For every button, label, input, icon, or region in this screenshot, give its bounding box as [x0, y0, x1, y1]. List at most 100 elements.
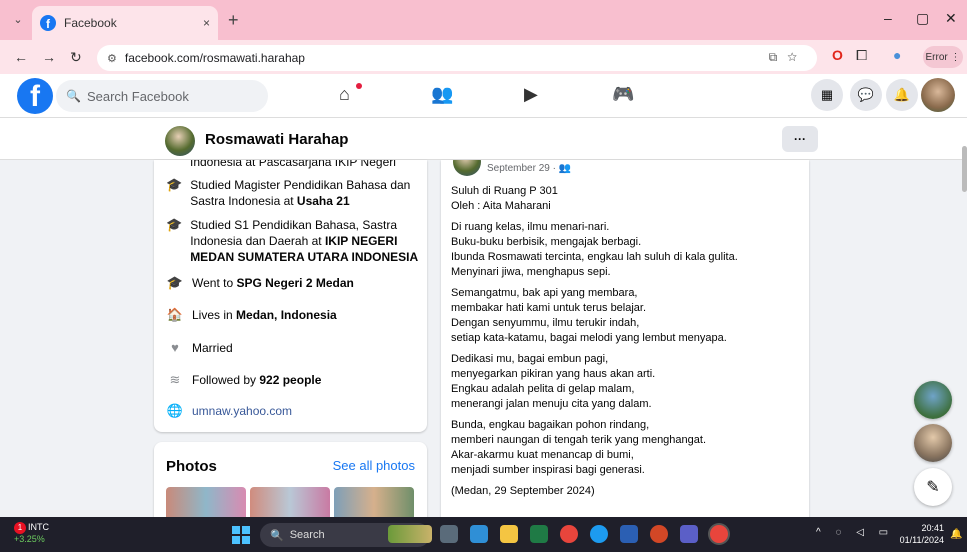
new-tab-button[interactable]: +: [228, 10, 239, 31]
file-explorer-icon[interactable]: [500, 525, 518, 543]
edge-icon[interactable]: [590, 525, 608, 543]
post-line: Suluh di Ruang P 301: [451, 185, 558, 197]
menu-grid-icon[interactable]: ▦: [811, 79, 843, 111]
intro-item-school: 🎓 Went to SPG Negeri 2 Medan: [166, 275, 421, 291]
search-placeholder: Search Facebook: [86, 88, 189, 104]
excel-icon[interactable]: [530, 525, 548, 543]
profile-sticky-header: Rosmawati Harahap ···: [0, 118, 967, 160]
stock-badge: 1: [14, 522, 26, 534]
address-bar[interactable]: ⚙ facebook.com/rosmawati.harahap ⧉☆: [97, 45, 817, 71]
post-line: Akar-akarmu kuat menancap di bumi,: [451, 449, 634, 461]
bookmark-star-icon[interactable]: ⧉☆: [769, 50, 807, 65]
rss-icon: ≋: [169, 372, 181, 387]
close-window-button[interactable]: ✕: [945, 10, 957, 27]
taskbar-search-placeholder: Search: [289, 529, 325, 541]
search-icon: 🔍: [66, 89, 81, 103]
intro-school-link[interactable]: Usaha 21: [297, 194, 350, 208]
post-line: Engkau adalah pelita di gelap malam,: [451, 383, 635, 395]
browser-toolbar: ← → ↻ ⚙ facebook.com/rosmawati.harahap ⧉…: [0, 40, 967, 74]
copilot-icon[interactable]: [470, 525, 488, 543]
profile-avatar[interactable]: [165, 126, 195, 156]
post-timestamp[interactable]: September 29 · 👥: [487, 163, 571, 174]
error-label: Error: [925, 51, 948, 63]
maximize-button[interactable]: ▢: [916, 10, 929, 27]
post-stanza: Dedikasi mu, bagai embun pagi, menyegark…: [451, 352, 801, 412]
powerpoint-icon[interactable]: [650, 525, 668, 543]
graduation-cap-icon: 🎓: [166, 275, 184, 290]
system-clock[interactable]: 20:41 01/11/2024: [898, 522, 944, 546]
intro-item-lives-in: 🏠 Lives in Medan, Indonesia: [166, 307, 421, 323]
intro-text: Lives in: [192, 308, 237, 322]
tab-search-chevron-icon[interactable]: ⌄: [8, 9, 28, 29]
post-line: membakar hati kami untuk terus belajar.: [451, 302, 647, 314]
messenger-icon[interactable]: 💬: [850, 79, 882, 111]
post-author-avatar[interactable]: [453, 160, 481, 176]
account-avatar[interactable]: [921, 78, 955, 112]
chat-head-contact[interactable]: [914, 424, 952, 462]
chrome-icon[interactable]: [560, 525, 578, 543]
intro-item-relationship: ♥ Married: [166, 340, 421, 356]
watch-icon[interactable]: ▶: [524, 84, 538, 105]
gaming-icon[interactable]: 🎮: [612, 84, 634, 105]
task-view-icon[interactable]: [440, 525, 458, 543]
reload-icon[interactable]: ↻: [70, 49, 82, 66]
forward-arrow-icon[interactable]: →: [42, 49, 56, 65]
profile-name[interactable]: Rosmawati Harahap: [205, 131, 348, 148]
post-stanza: Bunda, engkau bagaikan pohon rindang, me…: [451, 418, 801, 478]
tab-close-icon[interactable]: ×: [203, 16, 210, 30]
see-all-photos-link[interactable]: See all photos: [333, 458, 415, 473]
friends-icon[interactable]: 👥: [431, 84, 453, 105]
post-stanza: Semangatmu, bak api yang membara, membak…: [451, 286, 801, 346]
tab-title: Facebook: [64, 16, 117, 30]
facebook-search-input[interactable]: 🔍 Search Facebook: [56, 80, 268, 112]
globe-icon: 🌐: [166, 403, 184, 418]
intro-card: Indonesia at Pascasarjana IKIP Negeri 🎓 …: [154, 160, 427, 432]
post-line: Dedikasi mu, bagai embun pagi,: [451, 353, 609, 365]
extensions-puzzle-icon[interactable]: ⧠: [856, 47, 867, 64]
page-scrollbar[interactable]: [962, 146, 967, 192]
word-icon[interactable]: [620, 525, 638, 543]
profile-icon[interactable]: ●: [893, 47, 901, 63]
post-line: Buku-buku berbisik, mengajak berbagi.: [451, 236, 642, 248]
teams-icon[interactable]: [680, 525, 698, 543]
post-line: Di ruang kelas, ilmu menari-nari.: [451, 221, 610, 233]
site-settings-icon[interactable]: ⚙: [107, 52, 117, 65]
post-stanza: Di ruang kelas, ilmu menari-nari. Buku-b…: [451, 220, 801, 280]
opera-extension-icon[interactable]: O: [832, 47, 843, 63]
post-line: menjadi sumber inspirasi bagi generasi.: [451, 464, 645, 476]
notifications-bell-icon[interactable]: 🔔: [886, 79, 918, 111]
followers-link[interactable]: 922 people: [259, 373, 321, 387]
widget-landscape-icon[interactable]: [388, 525, 432, 543]
tab-facebook[interactable]: f Facebook ×: [32, 6, 218, 40]
system-tray-icons[interactable]: ^ ◌ ◁ ▭: [816, 527, 894, 538]
website-link[interactable]: umnaw.yahoo.com: [192, 404, 292, 418]
intro-item-education-masters: 🎓 Studied Magister Pendidikan Bahasa dan…: [166, 177, 421, 209]
intro-city-link[interactable]: Medan, Indonesia: [236, 308, 337, 322]
post-stanza: (Medan, 29 September 2024): [451, 484, 801, 499]
intro-text: Followed by: [192, 373, 260, 387]
stock-name: INTC: [28, 522, 49, 532]
graduation-cap-icon: 🎓: [166, 217, 183, 232]
url-text: facebook.com/rosmawati.harahap: [124, 51, 305, 65]
facebook-navbar: f 🔍 Search Facebook ⌂ 👥 ▶ 🎮 ▦ 💬 🔔: [0, 74, 967, 118]
post-line: Dengan senyummu, ilmu terukir indah,: [451, 317, 640, 329]
post-line: setiap kata-katamu, bagai melodi yang le…: [451, 332, 727, 344]
browser-tab-bar: ⌄ f Facebook × + – ▢ ✕: [0, 0, 967, 40]
windows-start-icon[interactable]: [232, 526, 250, 544]
minimize-button[interactable]: –: [884, 10, 892, 26]
more-options-button[interactable]: ···: [782, 126, 818, 152]
graduation-cap-icon: 🎓: [166, 177, 183, 192]
back-arrow-icon[interactable]: ←: [14, 49, 28, 65]
facebook-logo-icon[interactable]: f: [17, 78, 53, 114]
post-line: Semangatmu, bak api yang membara,: [451, 287, 638, 299]
error-button[interactable]: Error ⋮: [923, 46, 963, 68]
intro-item-education-s1: 🎓 Studied S1 Pendidikan Bahasa, Sastra I…: [166, 217, 421, 265]
chrome-active-icon[interactable]: [710, 525, 728, 543]
intro-school-link[interactable]: SPG Negeri 2 Medan: [236, 276, 353, 290]
notification-bell-icon[interactable]: 🔔: [950, 529, 962, 540]
chat-head-contact[interactable]: [914, 381, 952, 419]
home-icon[interactable]: ⌂: [339, 84, 350, 105]
stock-widget[interactable]: 1 INTC +3.25%: [14, 522, 49, 545]
new-message-icon[interactable]: ✎: [914, 468, 952, 506]
post-line: (Medan, 29 September 2024): [451, 485, 595, 497]
